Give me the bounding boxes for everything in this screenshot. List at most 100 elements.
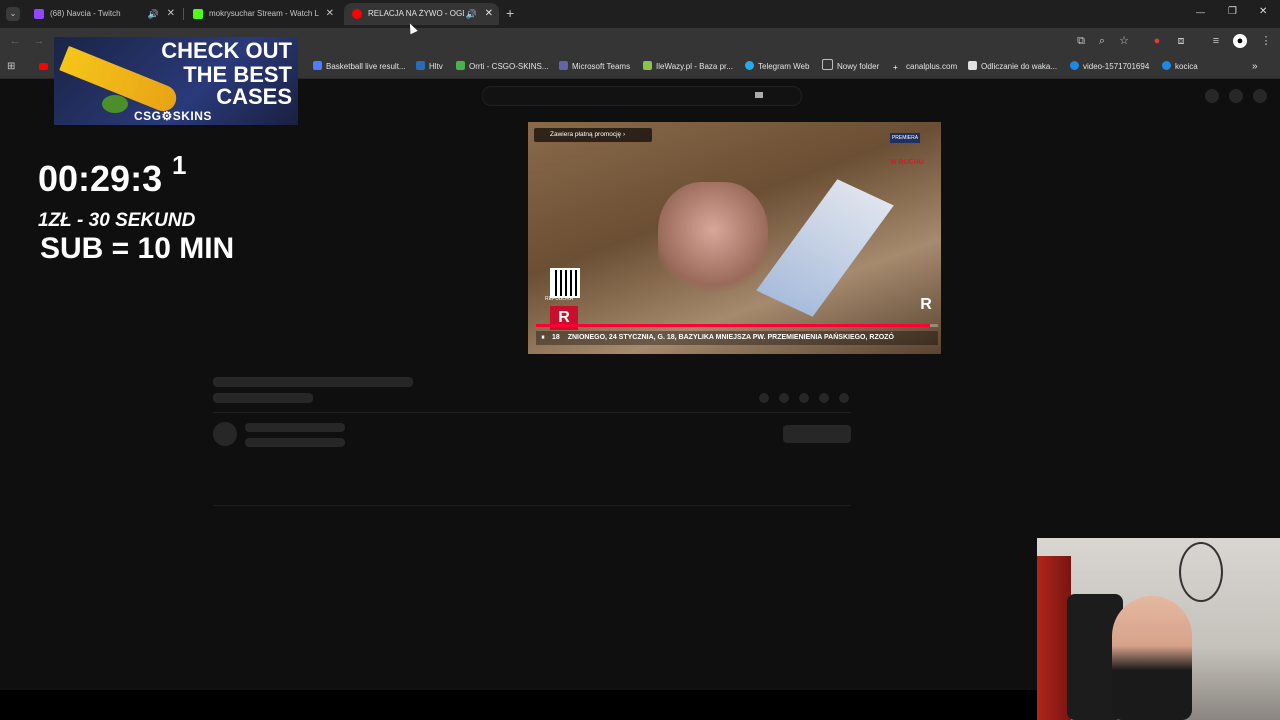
promo-label: Zawiera płatną promocję <box>550 131 622 138</box>
close-window-button[interactable]: ✕ <box>1259 6 1267 17</box>
avatar-placeholder <box>1229 89 1243 103</box>
document-icon <box>968 61 977 70</box>
tab-twitch[interactable]: (68) Navcia - Twitch 🔊 ✕ <box>26 3 181 25</box>
youtube-icon <box>352 9 362 19</box>
avatar-placeholder <box>1253 89 1267 103</box>
bookmark-item[interactable]: Hltv <box>416 56 443 78</box>
tab-kick[interactable]: mokrysuchar Stream - Watch Li ✕ <box>185 3 340 25</box>
divider <box>213 412 851 413</box>
action-placeholder <box>799 393 809 403</box>
ad-brand: CSG⚙SKINS <box>134 109 212 123</box>
action-placeholder <box>839 393 849 403</box>
new-tab-button[interactable]: + <box>506 5 514 21</box>
kick-icon <box>193 9 203 19</box>
title-skeleton <box>213 377 413 387</box>
channel-avatar-placeholder <box>213 422 237 446</box>
pause-icon[interactable]: ⏸ <box>536 331 550 345</box>
watermark-logo: R <box>920 296 932 313</box>
channel-skeleton <box>245 423 345 432</box>
bookmark-icon <box>416 61 425 70</box>
pepe-graphic <box>102 95 128 113</box>
extensions-icon[interactable]: ⧈ <box>1174 34 1188 48</box>
apps-icon[interactable]: ⊞ <box>7 61 15 72</box>
news-ticker: ⏸ 18 ZNIONEGO, 24 STYCZNIA, G. 18, BAZYL… <box>536 331 938 345</box>
extension-red-icon[interactable]: ● <box>1150 34 1164 48</box>
webcam-overlay <box>1037 538 1280 720</box>
video-frame-people <box>658 182 768 302</box>
subscribe-placeholder <box>783 425 851 443</box>
video-frame-window <box>756 179 894 317</box>
time-label: 18 <box>551 334 560 341</box>
ticker-text: ZNIONEGO, 24 STYCZNIA, G. 18, BAZYLIKA M… <box>567 334 894 341</box>
restore-button[interactable]: ❐ <box>1228 6 1237 17</box>
bookmark-icon <box>456 61 465 70</box>
bookmark-item[interactable]: Odliczanie do waka... <box>968 56 1057 78</box>
action-placeholder <box>819 393 829 403</box>
cast-icon[interactable]: ⧉ <box>1074 34 1088 48</box>
minimize-button[interactable]: — <box>1196 7 1205 17</box>
media-controls-icon[interactable]: ≡ <box>1209 34 1223 48</box>
ad-line-1: CHECK OUT <box>161 38 292 63</box>
telegram-icon <box>745 61 754 70</box>
tab-strip: ⌄ (68) Navcia - Twitch 🔊 ✕ mokrysuchar S… <box>0 0 1280 28</box>
back-icon[interactable]: ← <box>8 34 22 48</box>
bookmark-item[interactable]: IleWazy.pl - Baza pr... <box>643 56 733 78</box>
bookmark-item[interactable]: Basketball live result... <box>313 56 406 78</box>
close-tab-icon[interactable]: ✕ <box>485 3 493 25</box>
action-placeholder <box>779 393 789 403</box>
bookmark-item[interactable]: Telegram Web <box>745 56 809 78</box>
close-tab-icon[interactable]: ✕ <box>326 3 334 25</box>
tab-title: mokrysuchar Stream - Watch Li <box>209 9 319 18</box>
bookmarks-overflow[interactable]: » <box>1252 56 1258 78</box>
paid-promotion-badge[interactable]: Zawiera płatną promocję › <box>534 128 652 142</box>
csgoskins-ad-banner[interactable]: CHECK OUT THE BEST CASES CSG⚙SKINS <box>54 37 298 125</box>
divider <box>213 505 851 506</box>
bookmark-item[interactable]: + canalplus.com <box>893 56 957 78</box>
bookmark-item[interactable]: Orrti - CSGO-SKINS... <box>456 56 549 78</box>
folder-icon <box>822 59 833 70</box>
close-tab-icon[interactable]: ✕ <box>167 3 175 25</box>
canalplus-icon: + <box>893 63 898 72</box>
channel-skeleton <box>245 438 345 447</box>
zoom-icon[interactable]: ⌕ <box>1095 34 1109 48</box>
avatar-placeholder <box>1205 89 1219 103</box>
youtube-bookmark-icon[interactable] <box>39 63 48 70</box>
action-placeholder <box>759 393 769 403</box>
donation-rate-label: 1ZŁ - 30 SEKUND <box>38 210 196 231</box>
premiere-badge: PREMIERA <box>890 133 920 143</box>
search-input[interactable] <box>482 86 802 106</box>
sub-rate-label: SUB = 10 MIN <box>40 232 235 265</box>
wall-clock <box>1179 542 1223 602</box>
ad-line-3: CASES <box>216 84 292 109</box>
tab-title: RELACJA NA ŻYWO - OGLĄ <box>368 9 464 18</box>
bookmark-icon <box>1162 61 1171 70</box>
bookmark-icon <box>643 61 652 70</box>
bookmark-icon <box>313 61 322 70</box>
live-badge: W RUCHU <box>890 159 924 166</box>
forward-icon[interactable]: → <box>32 34 46 48</box>
keyboard-icon[interactable] <box>755 92 763 98</box>
tab-youtube[interactable]: RELACJA NA ŻYWO - OGLĄ 🔊 ✕ <box>344 3 499 25</box>
video-player[interactable] <box>528 122 941 354</box>
bookmark-star-icon[interactable]: ☆ <box>1117 34 1131 48</box>
punching-bag <box>1037 556 1071 720</box>
timer-rolling-digit: 1 <box>172 150 187 180</box>
tab-search-icon[interactable]: ⌄ <box>6 7 20 21</box>
profile-avatar[interactable]: ● <box>1233 34 1247 48</box>
progress-fill <box>536 324 930 327</box>
menu-icon[interactable]: ⋮ <box>1259 34 1273 48</box>
bookmark-item[interactable]: video-1571701694 <box>1070 56 1149 78</box>
bookmark-folder[interactable]: Nowy folder <box>822 56 879 78</box>
subathon-timer: 00:29:3 <box>38 158 163 199</box>
audio-icon[interactable]: 🔊 <box>148 3 159 25</box>
bookmark-icon <box>1070 61 1079 70</box>
bookmark-item[interactable]: Microsoft Teams <box>559 56 630 78</box>
bottom-bar <box>0 690 1037 720</box>
title-skeleton <box>213 393 313 403</box>
bookmark-item[interactable]: kocica <box>1162 56 1198 78</box>
qr-code <box>550 268 580 298</box>
tab-title: (68) Navcia - Twitch <box>50 9 121 18</box>
video-progress-bar[interactable] <box>536 324 938 327</box>
channel-name: REPUBLIKA <box>545 296 574 302</box>
audio-icon[interactable]: 🔊 <box>466 3 477 25</box>
